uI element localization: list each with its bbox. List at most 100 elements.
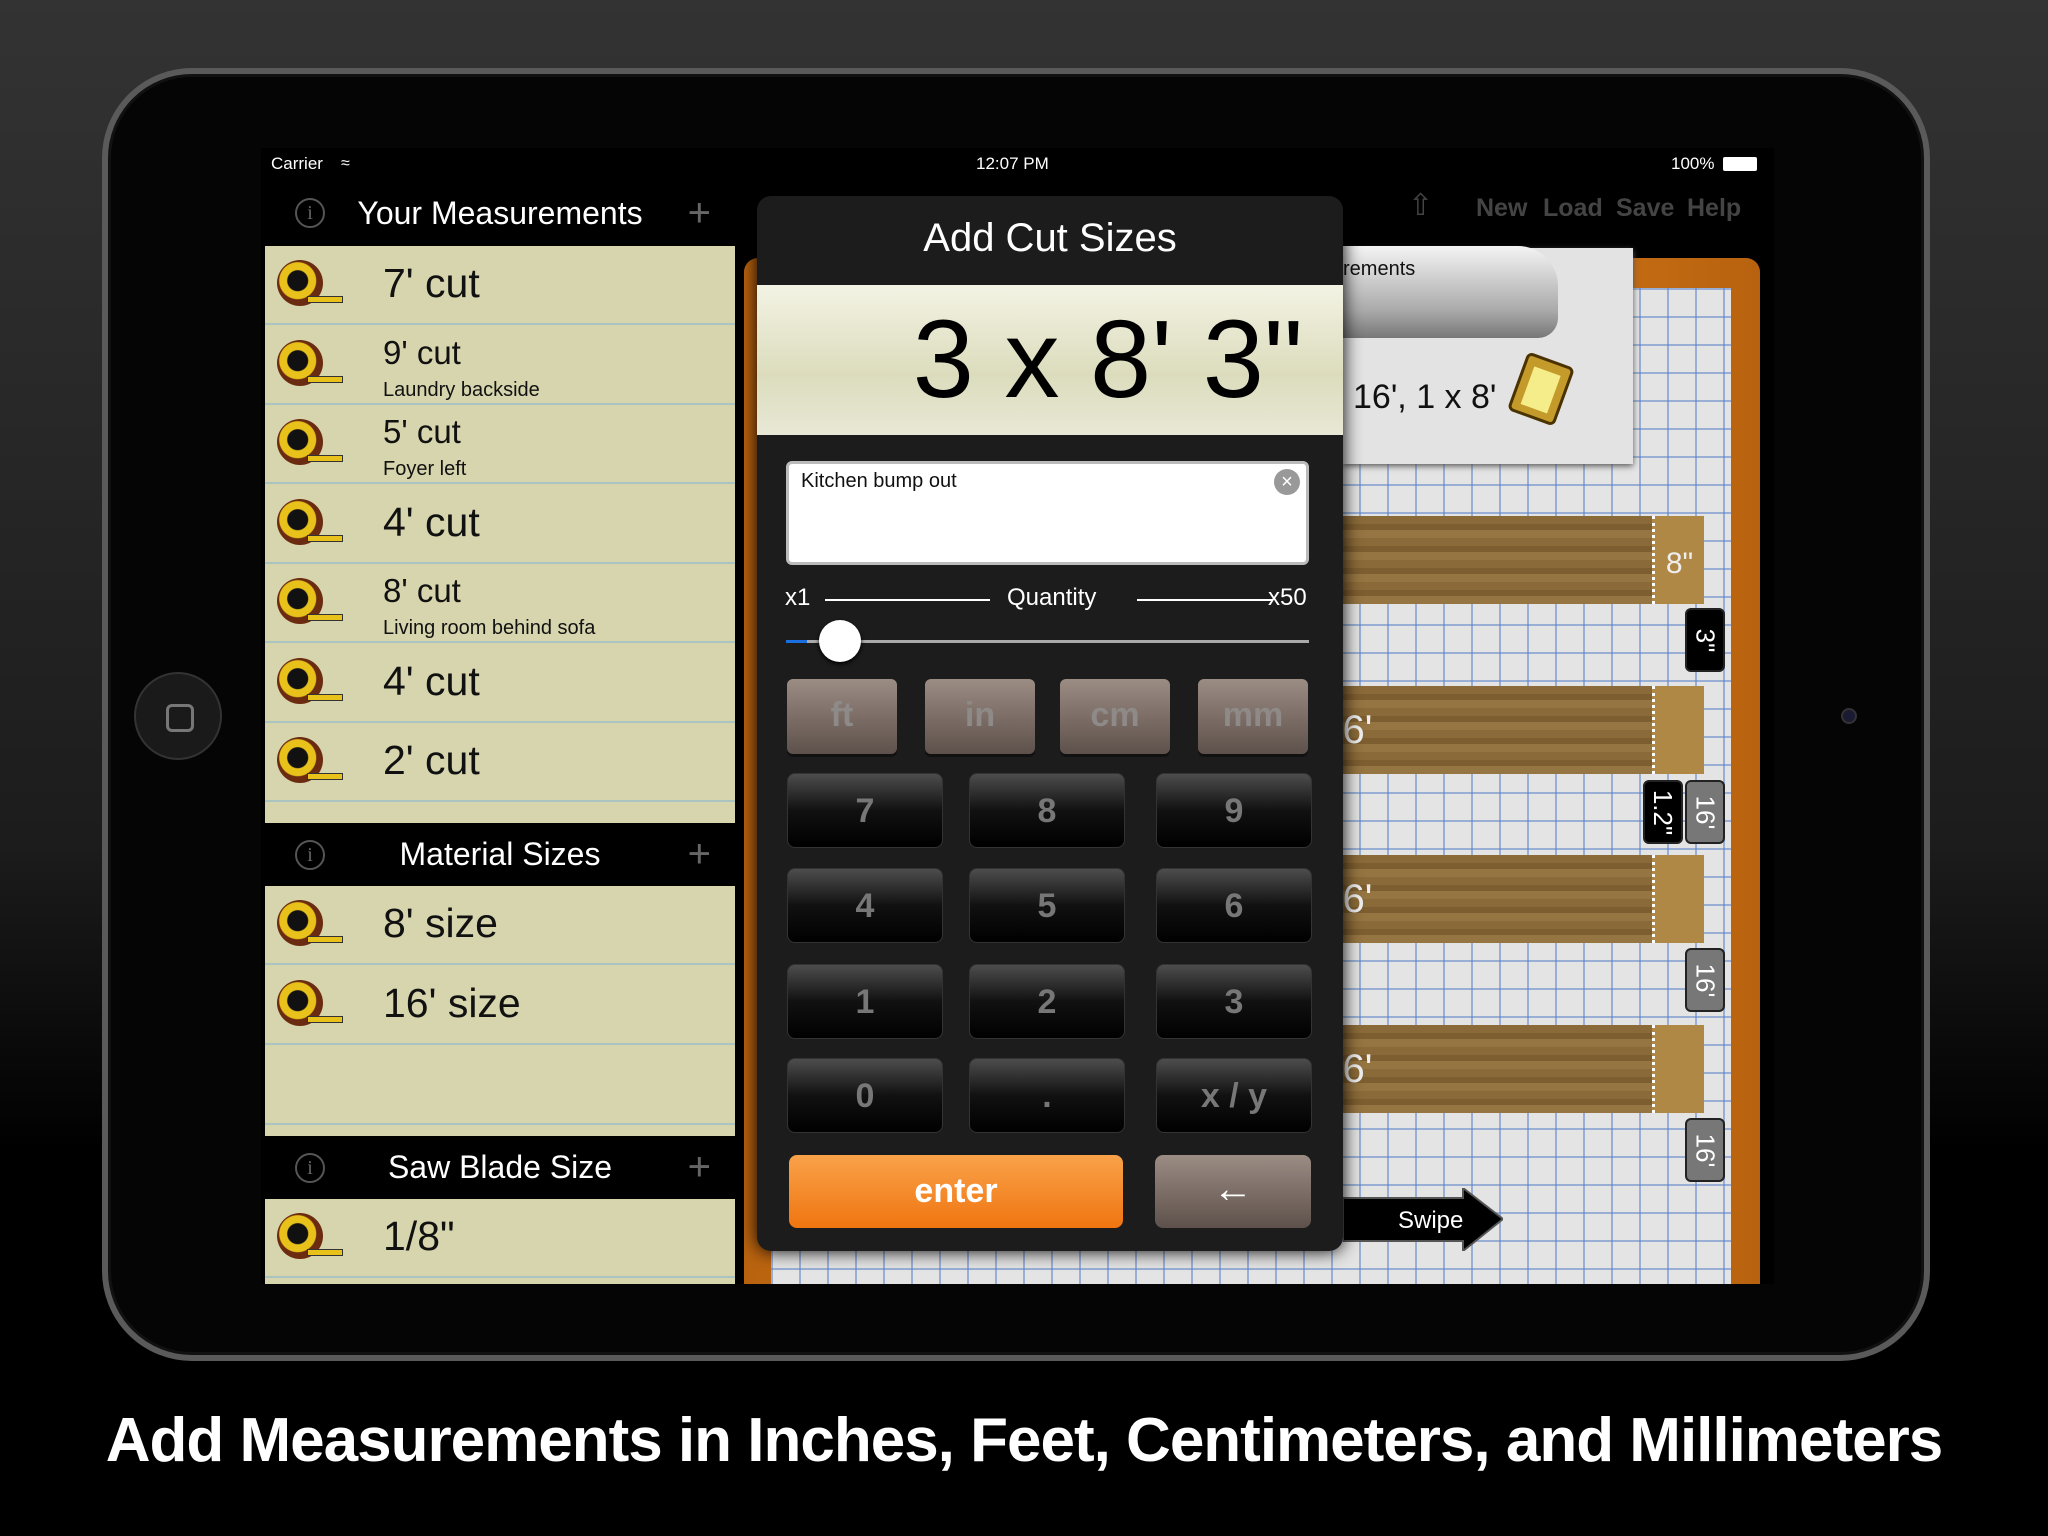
list-item[interactable]: 9' cut Laundry backside (265, 326, 735, 405)
info-icon[interactable]: i (295, 839, 325, 870)
tape-measure-icon (277, 976, 343, 1034)
list-item[interactable]: 5' cut Foyer left (265, 405, 735, 484)
list-item[interactable]: 16' size (265, 966, 735, 1045)
item-label: 4' cut (383, 657, 480, 704)
info-icon[interactable]: i (295, 1152, 325, 1183)
tag-label: 3" (1690, 628, 1721, 652)
item-label: 4' cut (383, 498, 480, 545)
tape-measure-icon (277, 1209, 343, 1267)
backspace-button[interactable]: ← (1155, 1155, 1311, 1228)
kerf-tag[interactable]: 16' (1685, 1118, 1725, 1182)
saw-blade-header: i Saw Blade Size + (265, 1136, 735, 1199)
item-label: 2' cut (383, 737, 480, 783)
swipe-arrow[interactable]: Swipe (1343, 1188, 1503, 1251)
add-cut-sizes-dialog: Add Cut Sizes 3 x 8' 3" Kitchen bump out… (757, 196, 1343, 1251)
note-heading: rements (1343, 258, 1416, 280)
key-button[interactable]: . (969, 1058, 1125, 1133)
list-item[interactable]: 4' cut (265, 485, 735, 564)
save-button[interactable]: Save (1616, 194, 1674, 223)
item-label: 7' cut (383, 260, 480, 306)
quantity-slider[interactable] (786, 620, 1309, 662)
item-label: 16' size (383, 979, 521, 1026)
plank-label: 6' (1342, 1047, 1373, 1091)
key-button[interactable]: x / y (1156, 1058, 1312, 1133)
offcut (1652, 1025, 1704, 1113)
tape-measure-icon (277, 495, 343, 553)
kerf-tag[interactable]: 1.2" (1643, 780, 1683, 844)
dialog-title: Add Cut Sizes (923, 216, 1177, 260)
help-button[interactable]: Help (1687, 194, 1741, 223)
key-button[interactable]: 1 (787, 964, 943, 1039)
divider (825, 599, 990, 601)
unit-in-button[interactable]: in (925, 679, 1035, 754)
key-button[interactable]: 6 (1156, 868, 1312, 943)
plank-label: 6' (1342, 708, 1373, 752)
enter-button[interactable]: enter (789, 1155, 1123, 1228)
measurements-title: Your Measurements (357, 194, 643, 231)
item-note: Living room behind sofa (383, 617, 596, 639)
unit-cm-button[interactable]: cm (1060, 679, 1170, 754)
key-button[interactable]: 5 (969, 868, 1125, 943)
add-material-button[interactable]: + (688, 832, 711, 877)
sidebar: i Your Measurements + 7' cut 9' cut Laun… (265, 180, 735, 1284)
kerf-tag[interactable]: 16' (1685, 780, 1725, 844)
key-button[interactable]: 3 (1156, 964, 1312, 1039)
item-note: Foyer left (383, 458, 467, 480)
slider-knob[interactable] (819, 620, 862, 662)
new-button[interactable]: New (1476, 194, 1527, 223)
info-icon[interactable]: i (295, 198, 325, 228)
key-button[interactable]: 7 (787, 773, 943, 848)
item-note: Laundry backside (383, 378, 540, 401)
unit-mm-button[interactable]: mm (1198, 679, 1308, 754)
list-item[interactable]: 8' cut Living room behind sofa (265, 564, 735, 643)
screen: Carrier ≈ 12:07 PM 100% i Your Measureme… (261, 148, 1774, 1284)
measurements-header: i Your Measurements + (265, 180, 735, 246)
add-measurement-button[interactable]: + (688, 191, 711, 236)
item-label: 9' cut (383, 333, 461, 371)
list-item[interactable]: 8' size (265, 886, 735, 965)
tag-label: 16' (1690, 795, 1721, 829)
quantity-min: x1 (785, 584, 811, 611)
key-button[interactable]: 4 (787, 868, 943, 943)
tape-measure-icon (277, 654, 343, 712)
key-button[interactable]: 8 (969, 773, 1125, 848)
divider (1137, 599, 1273, 601)
tape-measure-icon (277, 336, 343, 394)
list-item-empty (265, 1045, 735, 1125)
clear-icon[interactable]: × (1274, 469, 1300, 495)
add-saw-blade-button[interactable]: + (688, 1145, 711, 1190)
quantity-max: x50 (1268, 584, 1307, 611)
measurement-display: 3 x 8' 3" (757, 285, 1343, 435)
list-item[interactable]: 4' cut (265, 644, 735, 723)
offcut: 8" (1652, 516, 1704, 604)
swipe-label: Swipe (1398, 1207, 1463, 1234)
item-label: 5' cut (383, 413, 461, 450)
home-square-icon (166, 704, 194, 732)
note-field[interactable]: Kitchen bump out × (786, 461, 1309, 565)
item-label: 8' cut (383, 572, 461, 609)
tape-measure-icon (277, 733, 343, 791)
load-button[interactable]: Load (1543, 194, 1603, 223)
tape-measure-icon (277, 415, 343, 473)
share-icon[interactable]: ⇧ (1408, 188, 1433, 223)
materials-title: Material Sizes (399, 836, 601, 872)
key-button[interactable]: 9 (1156, 773, 1312, 848)
home-button[interactable] (134, 672, 222, 760)
list-item[interactable]: 7' cut (265, 246, 735, 325)
list-item[interactable]: 2' cut (265, 723, 735, 802)
unit-ft-button[interactable]: ft (787, 679, 897, 754)
key-button[interactable]: 2 (969, 964, 1125, 1039)
note-summary: 16', 1 x 8' (1353, 378, 1497, 416)
slider-fill (786, 640, 808, 643)
battery-percent: 100% (1671, 154, 1715, 173)
kerf-tag[interactable]: 3" (1685, 608, 1725, 672)
kerf-tag[interactable]: 16' (1685, 948, 1725, 1012)
item-label: 1/8" (383, 1213, 455, 1259)
key-button[interactable]: 0 (787, 1058, 943, 1133)
list-item[interactable]: 1/8" (265, 1199, 735, 1278)
plank-label: 6' (1342, 877, 1373, 921)
tag-label: 16' (1690, 1133, 1721, 1167)
offcut (1652, 855, 1704, 943)
wifi-icon: ≈ (341, 155, 350, 172)
tag-label: 1.2" (1648, 789, 1679, 835)
